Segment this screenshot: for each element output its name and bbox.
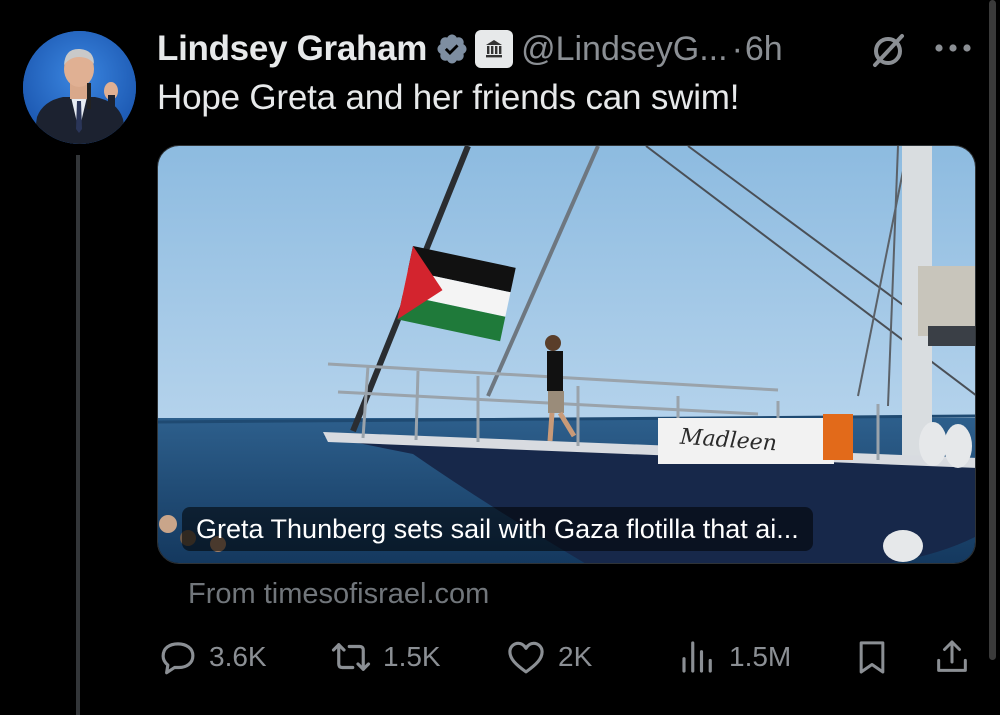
timestamp[interactable]: 6h	[745, 30, 783, 69]
like-button[interactable]: 2K	[504, 632, 592, 682]
tweet-header: Lindsey Graham @LindseyG... · 6h	[157, 25, 783, 73]
bookmark-button[interactable]	[852, 632, 902, 682]
government-building-icon[interactable]	[475, 30, 514, 68]
thread-line	[76, 155, 80, 715]
repost-arrows-icon	[331, 643, 371, 671]
action-bar: 3.6K 1.5K 2K 1.5M	[157, 632, 977, 682]
author-handle[interactable]: @LindseyG...	[521, 30, 728, 69]
heart-icon	[508, 641, 544, 674]
share-button[interactable]	[932, 632, 982, 682]
verified-checkmark-icon[interactable]	[435, 32, 469, 66]
reply-bubble-icon	[161, 642, 195, 675]
repost-count: 1.5K	[383, 641, 441, 672]
bookmark-icon	[859, 641, 885, 674]
reply-button[interactable]: 3.6K	[157, 632, 267, 682]
link-card-media[interactable]: Madleen Greta Thunberg sets sail with Ga…	[157, 145, 976, 564]
link-source[interactable]: From timesofisrael.com	[188, 578, 489, 611]
avatar[interactable]	[23, 31, 136, 144]
bar-chart-icon	[682, 641, 712, 673]
share-icon	[937, 640, 967, 672]
scrollbar[interactable]	[989, 0, 996, 660]
like-count: 2K	[558, 641, 593, 672]
more-dots-icon[interactable]	[932, 40, 974, 56]
views-button[interactable]: 1.5M	[677, 632, 791, 682]
reply-count: 3.6K	[209, 641, 267, 672]
sailboat-photo	[158, 146, 975, 563]
separator-dot: ·	[731, 29, 743, 68]
author-name[interactable]: Lindsey Graham	[157, 29, 427, 69]
repost-button[interactable]: 1.5K	[329, 632, 441, 682]
views-count: 1.5M	[729, 641, 792, 672]
tweet-text: Hope Greta and her friends can swim!	[157, 78, 740, 117]
card-title[interactable]: Greta Thunberg sets sail with Gaza floti…	[182, 507, 813, 551]
grok-icon[interactable]	[866, 28, 910, 72]
